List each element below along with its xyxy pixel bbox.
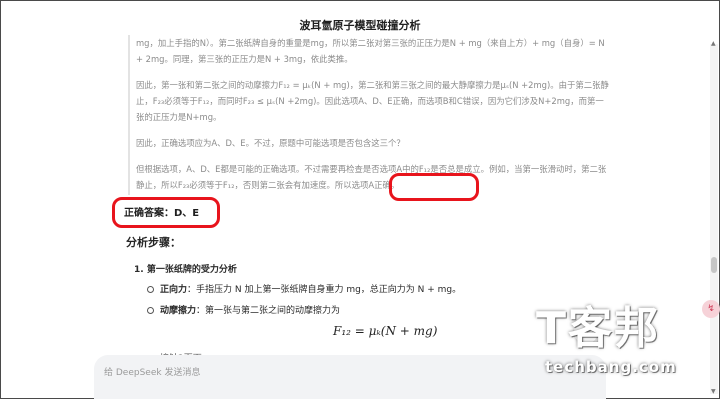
reasoning-paragraph: 因此，第一张和第二张之间的动摩擦力F₁₂ = μₖ(N + mg)，第二张和第三…	[136, 80, 609, 122]
bullet-friction: 动摩擦力：第一张与第二张之间的动摩擦力为	[147, 303, 340, 316]
reasoning-paragraph: 但根据选项，A、D、E都是可能的正确选项。不过需要再检查是否选项A中的F₁₂是否…	[136, 164, 607, 190]
scroll-up-arrow-icon[interactable]: ▲	[711, 40, 716, 47]
friction-label: 动摩擦力	[160, 306, 197, 316]
friction-formula: F₁₂ = μₖ(N + mg)	[333, 324, 438, 338]
watermark-url: techbang.com	[545, 358, 677, 376]
friction-text: ：第一张与第二张之间的动摩擦力为	[196, 306, 341, 316]
message-input-placeholder: 给 DeepSeek 发送消息	[104, 368, 201, 378]
reasoning-paragraph: mg，加上手指的N）。第二张纸牌自身的重量是mg，所以第二张对第三张的正压力是N…	[136, 38, 605, 64]
bullet-normal-force: 正向力：手指压力 N 加上第一张纸牌自身重力 mg，总正向力为 N + mg。	[147, 282, 461, 295]
watermark-logo: T客邦	[536, 303, 661, 354]
normal-force-text: ：手指压力 N 加上第一张纸牌自身重力 mg，总正向力为 N + mg。	[187, 285, 462, 295]
reasoning-paragraph: 因此，正确选项应为A、D、E。不过，原题中可能选项是否包含这三个？	[136, 138, 405, 148]
bullet-dot-icon	[147, 286, 154, 293]
step-1-label: 1. 第一张纸牌的受力分析	[134, 265, 237, 275]
analysis-heading: 分析步骤：	[126, 236, 181, 249]
normal-force-label: 正向力	[160, 285, 188, 295]
correct-answer: 正确答案：D、E	[124, 208, 200, 219]
reasoning-panel: mg，加上手指的N）。第二张纸牌自身的重量是mg，所以第二张对第三张的正压力是N…	[128, 35, 610, 195]
scrollbar-thumb[interactable]	[711, 257, 717, 273]
highlight-annotation	[389, 173, 479, 201]
scroll-down-arrow-icon[interactable]: ▼	[711, 388, 716, 395]
bullet-dot-icon	[147, 307, 154, 314]
step-1-title: 1. 第一张纸牌的受力分析	[134, 262, 237, 275]
chat-title: 波耳氫原子模型碰撞分析	[299, 19, 421, 32]
